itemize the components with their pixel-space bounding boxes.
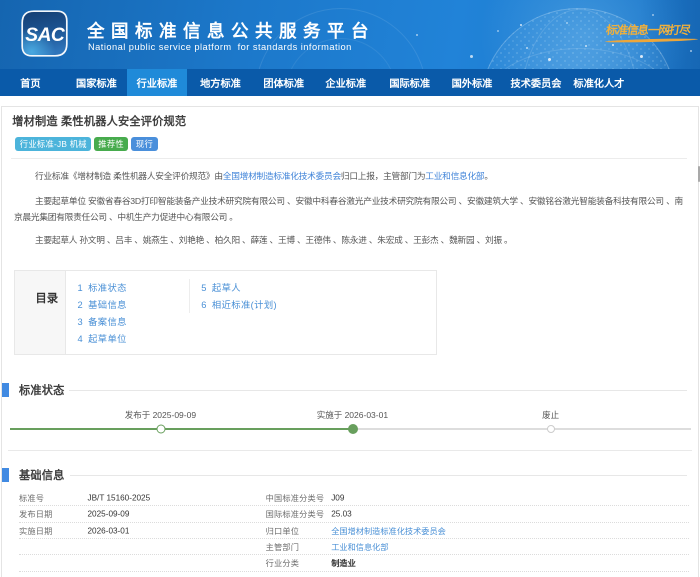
svg-text:SAC: SAC xyxy=(25,25,66,46)
